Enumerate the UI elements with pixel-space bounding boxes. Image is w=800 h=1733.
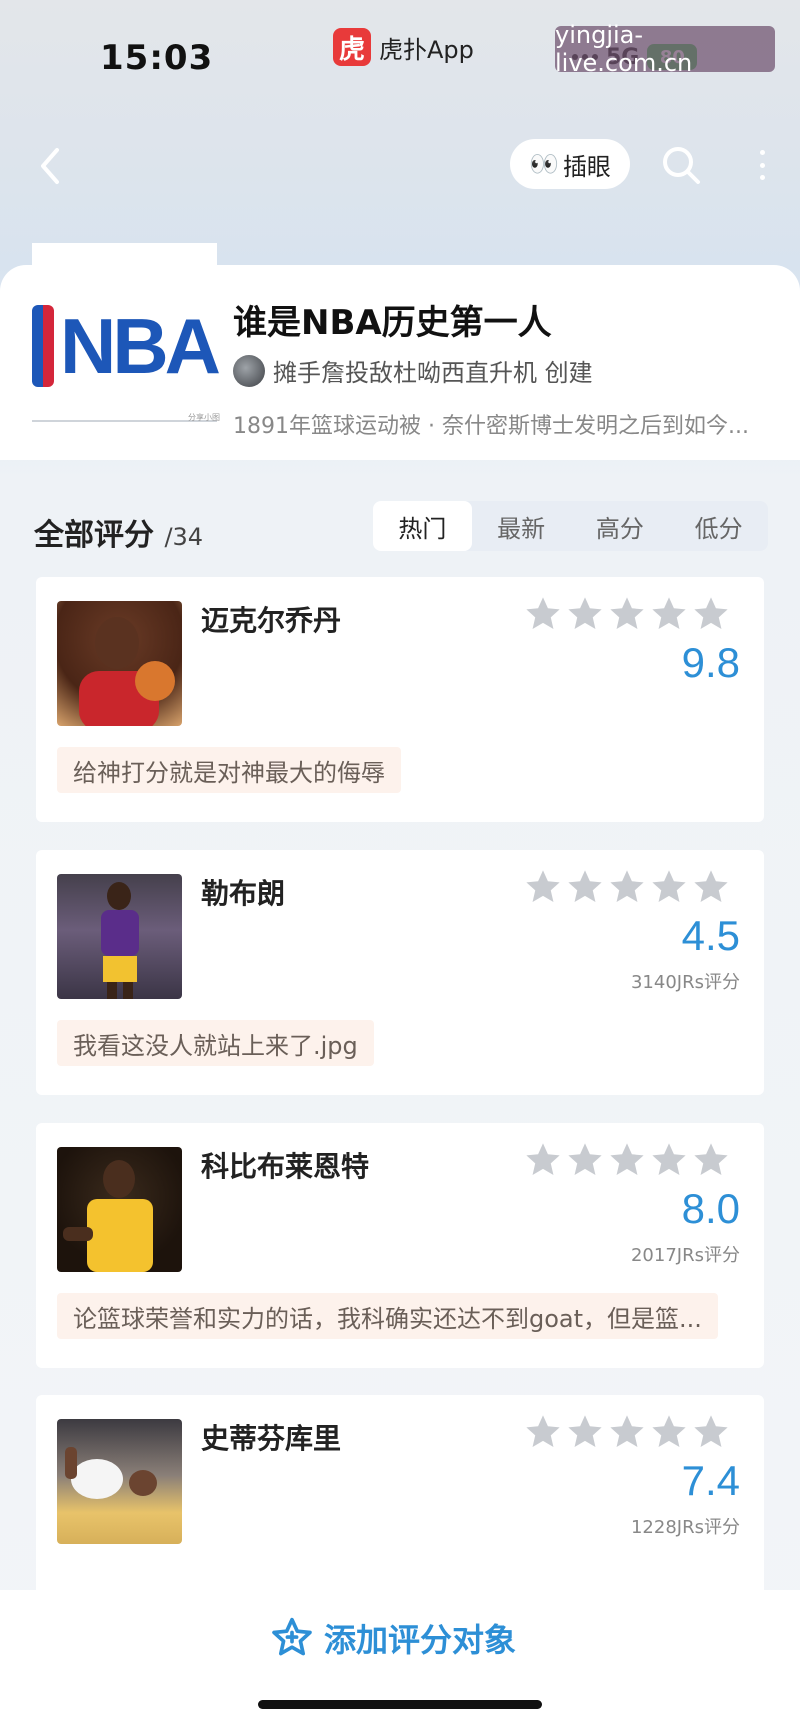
- tab-latest[interactable]: 最新: [472, 501, 571, 551]
- avatar[interactable]: [233, 354, 265, 387]
- star-icon: [610, 1143, 644, 1176]
- player-name: 科比布莱恩特: [201, 1150, 370, 1183]
- status-time: 15:03: [100, 38, 214, 78]
- bottom-bar: 添加评分对象: [0, 1590, 800, 1733]
- player-name: 勒布朗: [201, 877, 286, 910]
- star-rating: [524, 1413, 730, 1451]
- star-icon: [568, 1415, 602, 1448]
- star-icon: [694, 1415, 728, 1448]
- player-photo: [57, 874, 182, 999]
- add-rating-target-button[interactable]: 添加评分对象: [270, 1610, 516, 1666]
- score-value: 9.8: [681, 639, 740, 686]
- nba-logo-mark: [32, 304, 54, 387]
- star-icon: [568, 1143, 602, 1176]
- star-icon: [652, 870, 686, 903]
- tab-hot[interactable]: 热门: [373, 501, 472, 551]
- list-item[interactable]: 迈克尔乔丹 9.8 给神打分就是对神最大的侮辱: [36, 577, 764, 822]
- top-comment[interactable]: 给神打分就是对神最大的侮辱: [57, 747, 401, 793]
- section-count: /34: [164, 523, 204, 551]
- star-icon: [568, 870, 602, 903]
- star-icon: [694, 597, 728, 630]
- star-icon: [610, 1415, 644, 1448]
- more-vertical-icon[interactable]: [752, 144, 772, 186]
- status-bar: 15:03 虎 虎扑App 5G 80 yingjia-live.com.cn: [0, 0, 800, 110]
- app-name: 虎扑App: [379, 35, 474, 64]
- chevron-left-icon[interactable]: [34, 144, 66, 188]
- star-icon: [610, 597, 644, 630]
- rating-count: 2017JRs评分: [630, 1245, 740, 1266]
- top-comment[interactable]: 论篮球荣誉和实力的话，我科确实还达不到goat，但是篮...: [57, 1293, 718, 1339]
- star-icon: [652, 1143, 686, 1176]
- player-photo: [57, 1147, 182, 1272]
- app-badge: 虎 虎扑App: [333, 28, 474, 66]
- sort-tabs: 热门 最新 高分 低分: [373, 501, 768, 551]
- star-plus-icon: [272, 1617, 312, 1656]
- bookmark-eye-label: 插眼: [562, 152, 611, 181]
- creator-info[interactable]: 摊手詹投敌杜呦西直升机 创建: [233, 353, 593, 388]
- add-rating-target-label: 添加评分对象: [324, 1621, 517, 1659]
- home-indicator: [258, 1700, 542, 1709]
- watermark: yingjia-live.com.cn: [555, 21, 775, 77]
- nav-bar: 👀 插眼: [0, 120, 800, 210]
- star-icon: [526, 597, 560, 630]
- player-name: 迈克尔乔丹: [201, 604, 342, 637]
- star-icon: [694, 870, 728, 903]
- rating-count: 1228JRs评分: [630, 1517, 740, 1538]
- star-icon: [526, 870, 560, 903]
- topic-description[interactable]: 1891年篮球运动被 · 奈什密斯博士发明之后到如今...: [233, 408, 763, 440]
- star-rating: [524, 868, 730, 906]
- player-photo: [57, 601, 182, 726]
- list-item[interactable]: 勒布朗 4.5 3140JRs评分 我看这没人就站上来了.jpg: [36, 850, 764, 1095]
- hupu-app-icon: 虎: [333, 28, 371, 66]
- top-comment[interactable]: 我看这没人就站上来了.jpg: [57, 1020, 374, 1066]
- list-item[interactable]: 科比布莱恩特 8.0 2017JRs评分 论篮球荣誉和实力的话，我科确实还达不到…: [36, 1123, 764, 1368]
- section-title: 全部评分 /34: [34, 510, 203, 554]
- list-header: 全部评分 /34 热门 最新 高分 低分: [0, 478, 800, 558]
- eyes-icon: 👀: [529, 150, 559, 178]
- star-icon: [610, 870, 644, 903]
- tab-low-score[interactable]: 低分: [669, 501, 768, 551]
- player-name: 史蒂芬库里: [201, 1422, 342, 1455]
- logo-caption: 分享小图: [188, 413, 220, 422]
- nba-logo: NBA: [32, 301, 221, 390]
- tab-high-score[interactable]: 高分: [571, 501, 670, 551]
- star-icon: [652, 597, 686, 630]
- search-icon[interactable]: [660, 144, 702, 186]
- star-icon: [694, 1143, 728, 1176]
- player-photo: [57, 1419, 182, 1544]
- star-icon: [652, 1415, 686, 1448]
- score-value: 4.5: [681, 912, 740, 959]
- topic-header: NBA 分享小图 谁是NBA历史第一人 摊手詹投敌杜呦西直升机 创建 1891年…: [0, 265, 800, 460]
- score-value: 7.4: [681, 1457, 740, 1504]
- score-value: 8.0: [681, 1185, 740, 1232]
- star-rating: [524, 1141, 730, 1179]
- bookmark-eye-button[interactable]: 👀 插眼: [510, 139, 630, 189]
- rating-count: 3140JRs评分: [630, 972, 740, 993]
- page-title: 谁是NBA历史第一人: [233, 303, 552, 343]
- star-rating: [524, 595, 730, 633]
- creator-name[interactable]: 摊手詹投敌杜呦西直升机 创建: [273, 353, 593, 388]
- nba-logo-text: NBA: [60, 301, 221, 390]
- star-icon: [526, 1415, 560, 1448]
- star-icon: [526, 1143, 560, 1176]
- star-icon: [568, 597, 602, 630]
- section-title-label: 全部评分: [34, 518, 154, 553]
